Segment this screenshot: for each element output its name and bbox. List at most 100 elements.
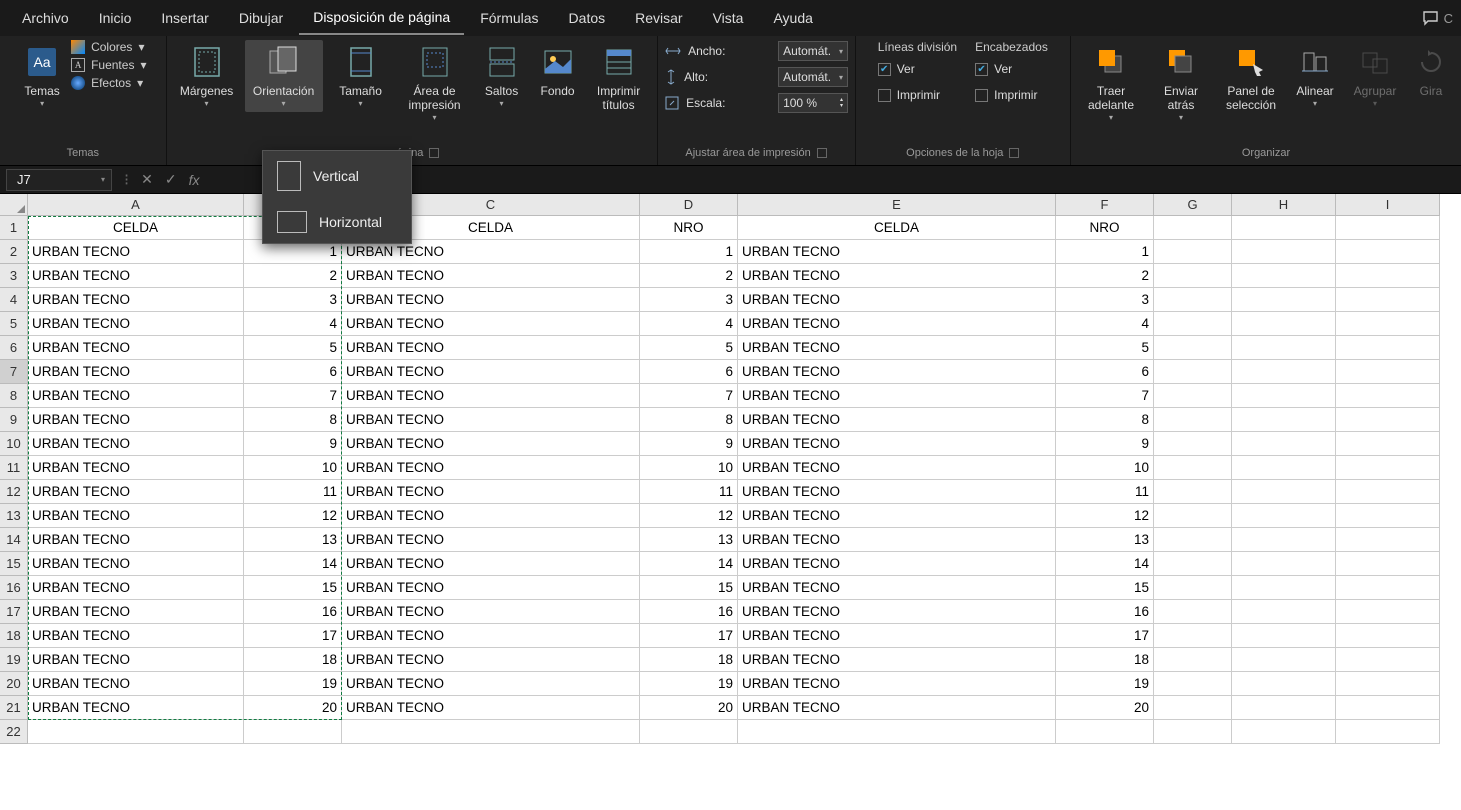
cell[interactable]: [1154, 600, 1232, 624]
cell[interactable]: URBAN TECNO: [738, 648, 1056, 672]
cell[interactable]: [1154, 720, 1232, 744]
cell[interactable]: 7: [640, 384, 738, 408]
orientation-vertical-item[interactable]: Vertical: [263, 151, 411, 201]
cell[interactable]: [1232, 648, 1336, 672]
cell[interactable]: URBAN TECNO: [28, 456, 244, 480]
cell[interactable]: [1154, 384, 1232, 408]
cell[interactable]: CELDA: [28, 216, 244, 240]
cell[interactable]: URBAN TECNO: [342, 552, 640, 576]
cell[interactable]: URBAN TECNO: [342, 576, 640, 600]
comments-label[interactable]: C: [1444, 11, 1453, 26]
cell[interactable]: URBAN TECNO: [738, 432, 1056, 456]
cell[interactable]: URBAN TECNO: [738, 624, 1056, 648]
cell[interactable]: 2: [244, 264, 342, 288]
tab-inicio[interactable]: Inicio: [85, 2, 146, 34]
cell[interactable]: [1232, 672, 1336, 696]
cell[interactable]: URBAN TECNO: [738, 696, 1056, 720]
cell[interactable]: URBAN TECNO: [738, 528, 1056, 552]
row-header-13[interactable]: 13: [0, 504, 28, 528]
cell[interactable]: URBAN TECNO: [342, 696, 640, 720]
cell[interactable]: [1232, 432, 1336, 456]
cell[interactable]: URBAN TECNO: [342, 672, 640, 696]
cell[interactable]: URBAN TECNO: [342, 288, 640, 312]
cell[interactable]: [1336, 576, 1440, 600]
accept-formula-button[interactable]: ✓: [165, 171, 177, 188]
cell[interactable]: 19: [244, 672, 342, 696]
cell[interactable]: [1336, 648, 1440, 672]
cell[interactable]: NRO: [640, 216, 738, 240]
cell[interactable]: [1336, 504, 1440, 528]
cell[interactable]: [1154, 216, 1232, 240]
column-header-I[interactable]: I: [1336, 194, 1440, 216]
cell[interactable]: [1232, 288, 1336, 312]
column-header-G[interactable]: G: [1154, 194, 1232, 216]
cell[interactable]: [1154, 648, 1232, 672]
cell[interactable]: [1154, 240, 1232, 264]
cell[interactable]: [1154, 312, 1232, 336]
cell[interactable]: [1336, 312, 1440, 336]
cell[interactable]: [1232, 576, 1336, 600]
cell[interactable]: 12: [640, 504, 738, 528]
spreadsheet[interactable]: ABCDEFGHI 123456789101112131415161718192…: [0, 194, 1461, 810]
column-header-E[interactable]: E: [738, 194, 1056, 216]
orientation-button[interactable]: Orientación ▾: [245, 40, 323, 112]
name-box[interactable]: J7▾: [6, 169, 112, 191]
row-header-15[interactable]: 15: [0, 552, 28, 576]
tab-archivo[interactable]: Archivo: [8, 2, 83, 34]
selection-pane-button[interactable]: Panel de selección: [1219, 40, 1283, 116]
height-select[interactable]: Automát.▾: [778, 67, 848, 87]
cell[interactable]: 13: [640, 528, 738, 552]
tab-vista[interactable]: Vista: [699, 2, 758, 34]
row-header-8[interactable]: 8: [0, 384, 28, 408]
cell[interactable]: [1232, 600, 1336, 624]
cell[interactable]: 12: [244, 504, 342, 528]
cell[interactable]: [1154, 456, 1232, 480]
cell[interactable]: [1232, 408, 1336, 432]
cell[interactable]: URBAN TECNO: [738, 288, 1056, 312]
cell[interactable]: [1232, 384, 1336, 408]
cell[interactable]: [1056, 720, 1154, 744]
fx-button[interactable]: fx: [189, 172, 200, 188]
cell[interactable]: 11: [244, 480, 342, 504]
cell[interactable]: URBAN TECNO: [738, 552, 1056, 576]
cell[interactable]: [1154, 360, 1232, 384]
cell[interactable]: 2: [640, 264, 738, 288]
cell[interactable]: URBAN TECNO: [342, 504, 640, 528]
cell[interactable]: URBAN TECNO: [28, 480, 244, 504]
colors-button[interactable]: Colores ▾: [71, 40, 146, 54]
column-header-A[interactable]: A: [28, 194, 244, 216]
cell[interactable]: 15: [640, 576, 738, 600]
gridlines-print-checkbox[interactable]: Imprimir: [878, 84, 957, 106]
cell[interactable]: URBAN TECNO: [342, 528, 640, 552]
cell[interactable]: 1: [1056, 240, 1154, 264]
cell[interactable]: [1336, 216, 1440, 240]
cell[interactable]: 13: [1056, 528, 1154, 552]
cell[interactable]: URBAN TECNO: [738, 312, 1056, 336]
cell[interactable]: [1336, 264, 1440, 288]
tab-revisar[interactable]: Revisar: [621, 2, 696, 34]
cell[interactable]: URBAN TECNO: [738, 240, 1056, 264]
cell[interactable]: 3: [640, 288, 738, 312]
width-select[interactable]: Automát.▾: [778, 41, 848, 61]
cell[interactable]: 20: [1056, 696, 1154, 720]
fonts-button[interactable]: A Fuentes ▾: [71, 58, 146, 72]
cell[interactable]: 20: [640, 696, 738, 720]
bring-forward-button[interactable]: Traer adelante▾: [1079, 40, 1143, 126]
cell[interactable]: [1336, 624, 1440, 648]
row-header-10[interactable]: 10: [0, 432, 28, 456]
row-header-19[interactable]: 19: [0, 648, 28, 672]
cell[interactable]: [1232, 216, 1336, 240]
cell[interactable]: URBAN TECNO: [342, 648, 640, 672]
cell[interactable]: URBAN TECNO: [738, 336, 1056, 360]
cell[interactable]: [1336, 696, 1440, 720]
cell[interactable]: [1336, 408, 1440, 432]
cell[interactable]: URBAN TECNO: [28, 408, 244, 432]
cell[interactable]: 14: [1056, 552, 1154, 576]
cell[interactable]: URBAN TECNO: [342, 336, 640, 360]
cell[interactable]: CELDA: [738, 216, 1056, 240]
cell[interactable]: 18: [244, 648, 342, 672]
cell[interactable]: [1232, 624, 1336, 648]
cell[interactable]: [1232, 552, 1336, 576]
cell[interactable]: 6: [640, 360, 738, 384]
cell[interactable]: [1336, 456, 1440, 480]
